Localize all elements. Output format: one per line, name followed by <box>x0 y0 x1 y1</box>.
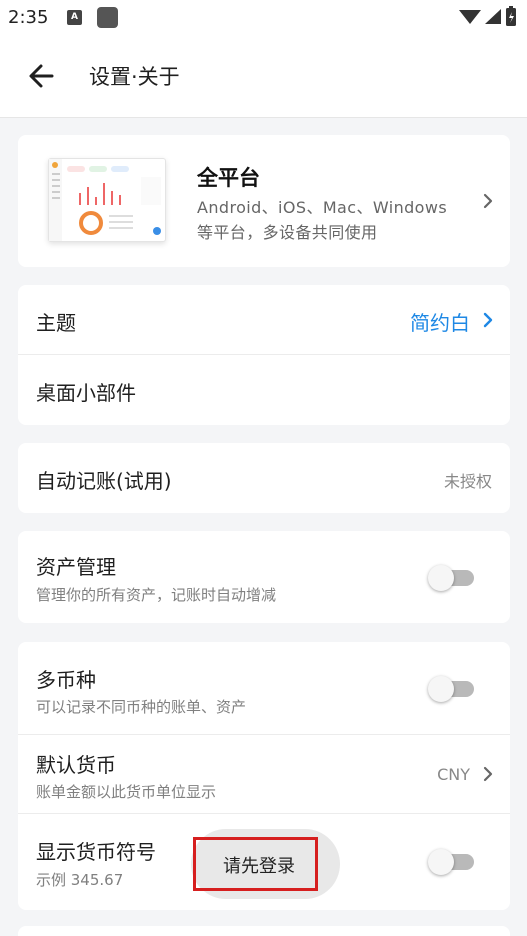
next-card <box>18 926 510 936</box>
promo-subtitle: Android、iOS、Mac、Windows 等平台，多设备共同使用 <box>197 195 447 245</box>
currency-symbol-title: 显示货币符号 <box>36 840 156 864</box>
assets-subtitle: 管理你的所有资产，记账时自动增减 <box>36 586 277 604</box>
default-currency-row[interactable]: 默认货币 账单金额以此货币单位显示 CNY <box>18 735 510 813</box>
promo-title: 全平台 <box>197 166 260 190</box>
page-title: 设置·关于 <box>89 65 180 89</box>
widget-row[interactable]: 桌面小部件 <box>18 355 510 425</box>
all-platform-card[interactable]: 全平台 Android、iOS、Mac、Windows 等平台，多设备共同使用 <box>18 135 510 267</box>
default-currency-subtitle: 账单金额以此货币单位显示 <box>36 783 217 801</box>
theme-label: 主题 <box>36 311 76 335</box>
chevron-right-icon <box>483 766 493 782</box>
multi-currency-row: 多币种 可以记录不同币种的账单、资产 <box>18 642 510 734</box>
notification-square-icon <box>97 7 118 28</box>
app-preview-image <box>48 158 166 242</box>
widget-label: 桌面小部件 <box>36 381 136 405</box>
theme-row[interactable]: 主题 简约白 <box>18 285 510 354</box>
assets-title: 资产管理 <box>36 555 116 579</box>
assets-card: 资产管理 管理你的所有资产，记账时自动增减 <box>18 531 510 623</box>
appearance-card: 主题 简约白 桌面小部件 <box>18 285 510 425</box>
chevron-right-icon <box>483 193 493 209</box>
promo-subtitle-line1: Android、iOS、Mac、Windows <box>197 198 448 217</box>
toggle-thumb <box>428 565 454 591</box>
multi-currency-subtitle: 可以记录不同币种的账单、资产 <box>36 698 247 716</box>
multi-currency-toggle[interactable] <box>428 674 476 704</box>
chevron-right-icon <box>483 312 493 328</box>
app-bar: 设置·关于 <box>0 36 527 118</box>
notification-a-icon: A <box>67 10 82 25</box>
promo-subtitle-line2: 等平台，多设备共同使用 <box>197 223 378 242</box>
auto-bookkeeping-label: 自动记账(试用) <box>36 469 172 493</box>
auto-bookkeeping-status: 未授权 <box>443 472 492 491</box>
auto-bookkeeping-card[interactable]: 自动记账(试用) 未授权 <box>18 443 510 513</box>
status-icons <box>457 6 519 28</box>
default-currency-title: 默认货币 <box>36 753 116 777</box>
default-currency-value: CNY <box>437 765 470 784</box>
toggle-thumb <box>428 849 454 875</box>
assets-toggle[interactable] <box>428 563 476 593</box>
signal-battery-icon <box>459 6 516 26</box>
currency-symbol-toggle[interactable] <box>428 847 476 877</box>
back-button[interactable] <box>24 58 60 94</box>
currency-symbol-subtitle: 示例 345.67 <box>36 871 124 889</box>
theme-value: 简约白 <box>410 311 470 335</box>
arrow-left-icon <box>29 64 54 88</box>
status-bar: 2:35 A <box>0 0 527 36</box>
multi-currency-title: 多币种 <box>36 668 96 692</box>
toggle-thumb <box>428 676 454 702</box>
status-time: 2:35 <box>8 7 49 28</box>
highlight-box <box>193 837 318 891</box>
